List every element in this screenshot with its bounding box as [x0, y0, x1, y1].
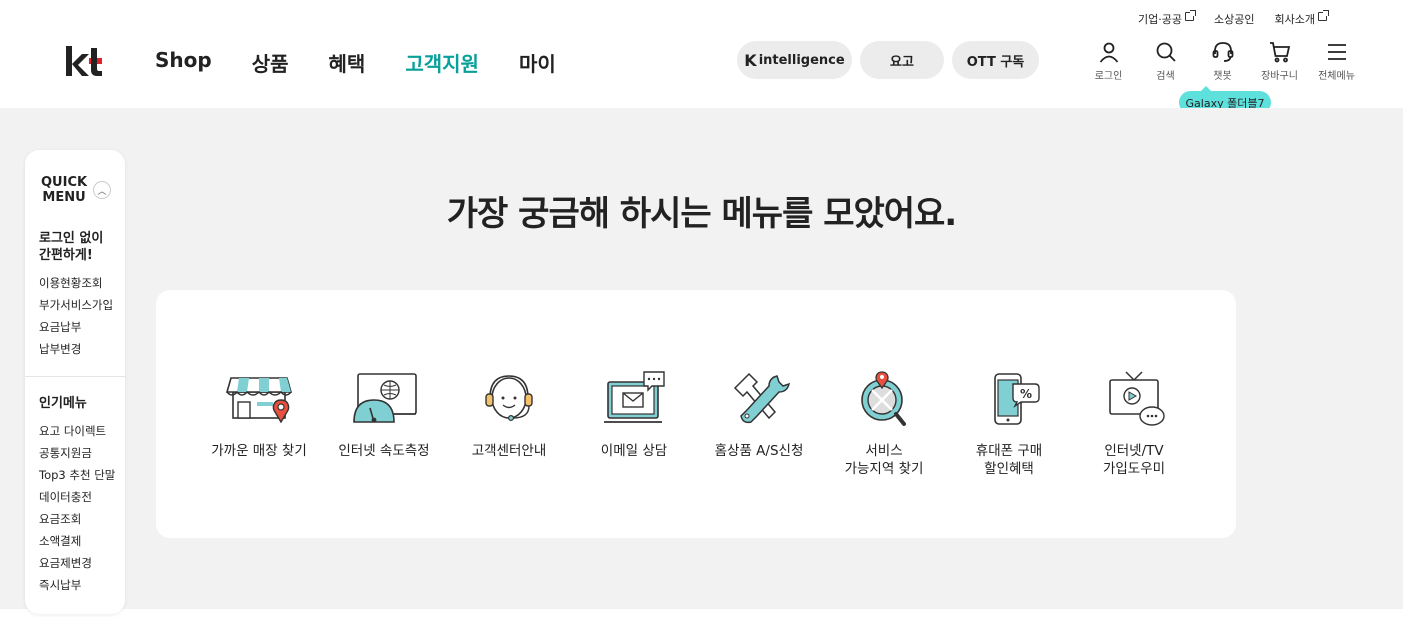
quick-menu-collapse-button[interactable]: ︿ — [93, 181, 111, 199]
k-intelligence-button[interactable]: K intelligence — [737, 41, 852, 79]
nav-shop[interactable]: Shop — [155, 48, 212, 77]
frequent-menu-card: 가까운 매장 찾기 인터넷 속도측정 고객센터안내 이메일 상담 홈상품 A/S… — [156, 290, 1236, 538]
nav-my[interactable]: 마이 — [519, 48, 556, 77]
menu-service-area[interactable]: 서비스 가능지역 찾기 — [819, 370, 949, 478]
yogo-button[interactable]: 요고 — [860, 41, 944, 79]
quick-link-top3[interactable]: Top3 추천 단말 — [39, 464, 115, 486]
menu-email-consult[interactable]: 이메일 상담 — [569, 370, 699, 460]
nav-products[interactable]: 상품 — [252, 48, 289, 77]
menu-internet-tv-helper[interactable]: 인터넷/TV 가입도우미 — [1069, 370, 1199, 478]
quick-link-payment-change[interactable]: 납부변경 — [39, 338, 113, 360]
header-pills: K intelligence 요고 OTT 구독 — [737, 41, 1039, 79]
nav-customer-support[interactable]: 고객지원 — [405, 48, 479, 77]
menu-speed-test[interactable]: 인터넷 속도측정 — [319, 370, 449, 460]
menu-icon — [1327, 44, 1346, 60]
external-link-icon — [1318, 9, 1329, 21]
tv-help-icon — [1109, 371, 1165, 426]
all-menu-button[interactable]: 전체메뉴 — [1308, 40, 1365, 82]
quick-link-bill-inquiry[interactable]: 요금조회 — [39, 508, 115, 530]
phone-discount-icon: % — [994, 373, 1040, 425]
k-mark: K — [744, 50, 757, 70]
utility-links: 기업·공공 소상공인 회사소개 — [1138, 9, 1329, 27]
chatbot-icon — [1212, 42, 1233, 62]
quick-link-yogo-direct[interactable]: 요고 다이렉트 — [39, 420, 115, 442]
quick-divider — [25, 376, 125, 377]
menu-home-as[interactable]: 홈상품 A/S신청 — [694, 370, 824, 460]
quick-section-title: 인기메뉴 — [39, 396, 87, 411]
quick-link-micropayment[interactable]: 소액결제 — [39, 530, 115, 552]
chatbot-button[interactable]: 챗봇 — [1194, 40, 1251, 82]
quick-link-subsidy[interactable]: 공통지원금 — [39, 442, 115, 464]
small-business-link[interactable]: 소상공인 — [1214, 11, 1254, 27]
area-search-icon — [861, 371, 906, 426]
cart-icon — [1269, 42, 1290, 63]
page-headline: 가장 궁금해 하시는 메뉴를 모았어요. — [446, 194, 957, 234]
kt-logo[interactable] — [64, 44, 104, 78]
chevron-up-icon: ︿ — [97, 186, 107, 197]
main-nav: Shop 상품 혜택 고객지원 마이 — [155, 48, 556, 77]
header: 기업·공공 소상공인 회사소개 Shop 상품 혜택 고객지원 마이 K int… — [0, 0, 1403, 114]
svg-text:%: % — [1020, 387, 1032, 401]
quick-menu-title: QUICK MENU — [41, 175, 88, 205]
external-link-icon — [1185, 9, 1197, 21]
store-location-icon — [225, 377, 293, 424]
menu-phone-discount[interactable]: % 휴대폰 구매 할인혜택 — [944, 370, 1074, 478]
quick-link-usage[interactable]: 이용현황조회 — [39, 272, 113, 294]
user-icon — [1099, 42, 1118, 63]
quick-link-instant-pay[interactable]: 즉시납부 — [39, 574, 115, 596]
header-icons: 로그인 검색 챗봇 장바구니 전체메뉴 — [1080, 40, 1365, 82]
menu-customer-center[interactable]: 고객센터안내 — [444, 370, 574, 460]
quick-link-addon[interactable]: 부가서비스가입 — [39, 294, 113, 316]
quick-link-payment[interactable]: 요금납부 — [39, 316, 113, 338]
quick-menu: QUICK MENU ︿ 로그인 없이 간편하게! 이용현황조회 부가서비스가입… — [25, 150, 125, 614]
quick-link-data-charge[interactable]: 데이터충전 — [39, 486, 115, 508]
login-button[interactable]: 로그인 — [1080, 40, 1137, 82]
company-link[interactable]: 회사소개 — [1275, 9, 1329, 27]
footer-strip — [0, 609, 1403, 617]
speed-test-icon — [353, 373, 417, 423]
menu-store-finder[interactable]: 가까운 매장 찾기 — [194, 370, 324, 460]
quick-section-title: 로그인 없이 간편하게! — [39, 231, 104, 263]
search-icon — [1156, 42, 1176, 62]
nav-benefits[interactable]: 혜택 — [329, 48, 366, 77]
headset-icon — [485, 375, 533, 421]
ott-button[interactable]: OTT 구독 — [952, 41, 1039, 79]
quick-section-popular: 인기메뉴 요고 다이렉트 공통지원금 Top3 추천 단말 데이터충전 요금조회… — [39, 395, 115, 596]
quick-link-plan-change[interactable]: 요금제변경 — [39, 552, 115, 574]
email-icon — [604, 371, 665, 423]
tools-icon — [733, 372, 791, 424]
cart-button[interactable]: 장바구니 — [1251, 40, 1308, 82]
quick-section-no-login: 로그인 없이 간편하게! 이용현황조회 부가서비스가입 요금납부 납부변경 — [39, 230, 113, 360]
corporate-link[interactable]: 기업·공공 — [1138, 9, 1197, 27]
search-button[interactable]: 검색 — [1137, 40, 1194, 82]
